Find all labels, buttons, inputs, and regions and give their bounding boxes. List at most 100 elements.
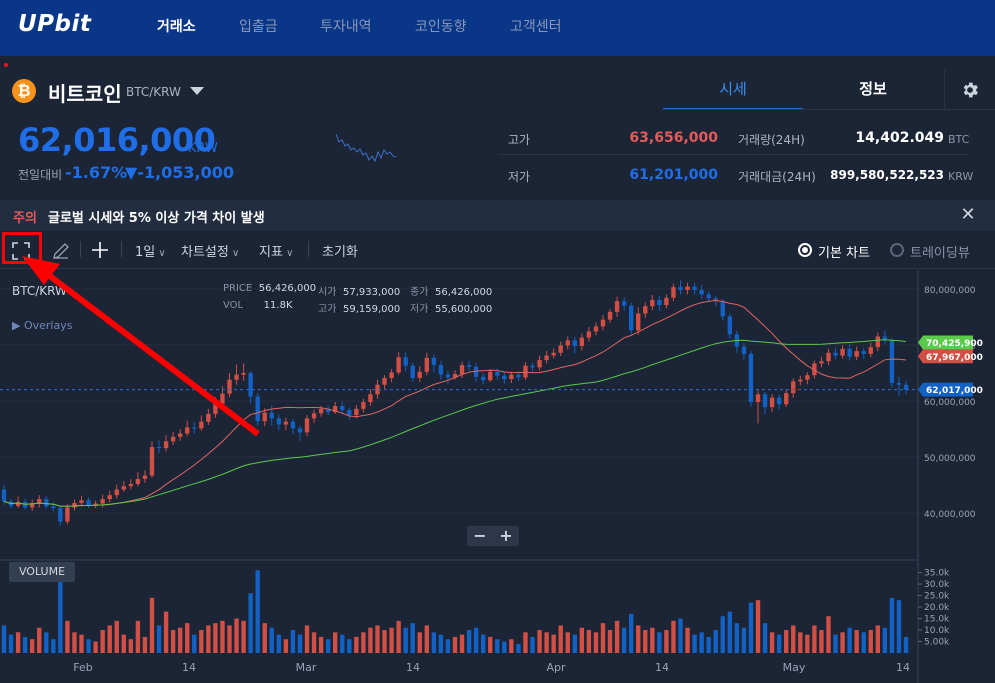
tab-info[interactable]: 정보 [803, 70, 943, 110]
overlays-toggle[interactable]: ▶ Overlays [12, 319, 72, 332]
volume-label: VOL [223, 300, 244, 311]
close-icon[interactable]: ✕ [958, 205, 978, 225]
nav-investment-history[interactable]: 투자내역 [320, 16, 372, 36]
price-unit: KRW [188, 141, 218, 156]
volume-bar [417, 632, 422, 653]
volume-tick-label: 30.0k [924, 580, 950, 590]
candle-body [748, 353, 754, 403]
candle-body [833, 352, 838, 356]
ohlc-low: 저가: 55,600,000 [410, 304, 493, 315]
y-axis-tick-label: 40,000,000 [924, 510, 976, 520]
tradingview-label[interactable]: 트레이딩뷰 [910, 242, 970, 261]
candle-body [361, 402, 366, 409]
candle-body [114, 489, 119, 496]
volume-bar [889, 597, 895, 653]
volume-bar [361, 632, 366, 653]
mini-price-chart [336, 133, 397, 163]
nav-exchange[interactable]: 거래소 [157, 16, 196, 36]
upbit-logo[interactable]: UPbit [18, 11, 91, 37]
x-axis-tick-label: Mar [296, 661, 317, 674]
reset-button[interactable]: 초기화 [322, 241, 358, 260]
candle-body [199, 421, 204, 429]
volume-bar [769, 632, 775, 653]
volume-bar [410, 623, 415, 653]
volume-bar [234, 618, 239, 653]
volume-bar [882, 627, 888, 653]
high-label: 고가 [318, 304, 337, 315]
candle-body [798, 379, 803, 382]
price-value: 56,426,000 [258, 283, 317, 294]
candle-body [600, 319, 606, 327]
pencil-icon[interactable] [52, 242, 70, 260]
volume-bar [812, 625, 817, 653]
volume-bar [8, 634, 14, 653]
settings-button[interactable] [944, 70, 995, 110]
candlestick-chart[interactable]: 80,000,00070,000,00060,000,00050,000,000… [0, 270, 995, 683]
coin-dropdown-icon[interactable] [190, 87, 204, 95]
volume-bar [199, 630, 204, 653]
candle-body [135, 478, 141, 484]
candle-body [643, 306, 648, 314]
volume-bar [65, 620, 70, 653]
candle-body [826, 352, 831, 362]
candle-body [903, 384, 909, 390]
indicators-label: 지표 [259, 245, 283, 260]
indicators-menu[interactable]: 지표 ∨ [259, 241, 293, 260]
candle-body [544, 355, 549, 361]
volume-bar [509, 639, 514, 653]
close-value: 56,426,000 [434, 287, 493, 298]
basic-chart-radio[interactable] [798, 243, 812, 257]
volume-bar [621, 627, 627, 653]
volume-bar [516, 643, 521, 653]
tradingview-radio[interactable] [890, 243, 904, 257]
high-value: 59,159,000 [342, 304, 401, 315]
volume-bar [755, 600, 761, 653]
open-label: 시가 [318, 287, 337, 298]
candle-body [283, 421, 289, 425]
coin-name[interactable]: 비트코인 [48, 78, 122, 107]
basic-chart-label[interactable]: 기본 차트 [818, 242, 870, 261]
low-value: 61,201,000 [629, 167, 718, 183]
chevron-down-icon: ∨ [282, 248, 294, 259]
change-amount: ▼-1,053,000 [125, 163, 235, 182]
candle-body [664, 297, 669, 306]
zoom-out-button[interactable]: − [467, 526, 493, 546]
volume-bar [762, 623, 768, 653]
chart-settings-menu[interactable]: 차트설정 ∨ [181, 241, 239, 260]
candle-body [318, 408, 324, 414]
chevron-down-icon: ∨ [155, 248, 166, 259]
candle-body [403, 357, 408, 366]
nav-deposit-withdraw[interactable]: 입출금 [239, 16, 278, 36]
current-price: 62,016,000 [18, 121, 216, 159]
candle-body [488, 371, 493, 381]
candle-body [847, 348, 852, 357]
volume-bar [424, 625, 429, 653]
zoom-in-button[interactable]: + [493, 526, 519, 546]
candle-body [720, 301, 725, 317]
candle-body [72, 503, 77, 508]
candle-body [340, 406, 345, 410]
volume-bar [396, 620, 401, 653]
volume-bar [269, 627, 274, 653]
open-value: 57,933,000 [342, 287, 401, 298]
volume-tick-label: 15.0k [924, 615, 950, 625]
tab-quote[interactable]: 시세 [663, 70, 803, 110]
candle-body [424, 357, 429, 372]
volume-bar [142, 636, 148, 653]
nav-coin-trends[interactable]: 코인동향 [415, 16, 467, 36]
coin-pair[interactable]: BTC/KRW [126, 85, 181, 99]
volume-bar [192, 634, 197, 653]
volume-bar [854, 630, 859, 653]
interval-select[interactable]: 1일 ∨ [135, 241, 166, 260]
warning-text[interactable]: 글로벌 시세와 5% 이상 가격 차이 발생 [48, 207, 265, 226]
chevron-down-icon: ∨ [228, 248, 240, 259]
price-tag-label: 62,017,000 [926, 386, 983, 396]
nav-customer-center[interactable]: 고객센터 [510, 16, 562, 36]
candle-body [502, 375, 507, 380]
amount-24h-label: 거래대금(24H) [738, 170, 816, 184]
candle-body [805, 375, 810, 380]
volume-bar [58, 574, 63, 653]
candle-body [769, 397, 775, 408]
candle-body [516, 374, 521, 378]
crosshair-icon[interactable] [92, 242, 108, 258]
